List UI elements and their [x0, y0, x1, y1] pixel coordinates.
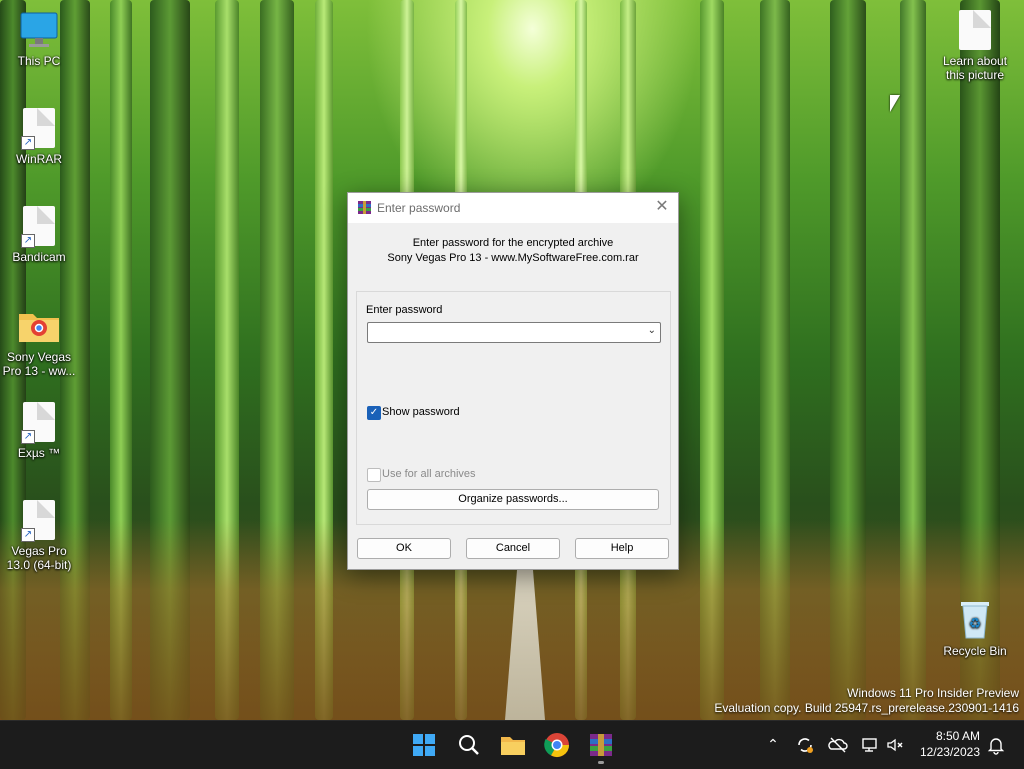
close-button[interactable]: ✕ — [652, 197, 672, 217]
start-icon[interactable] — [410, 731, 438, 759]
active-app-indicator — [598, 761, 604, 764]
organize-passwords-button[interactable]: Organize passwords... — [367, 489, 659, 510]
mouse-cursor-icon — [890, 95, 900, 112]
enter-password-dialog: Enter password ✕ Enter password for the … — [347, 192, 679, 570]
dialog-title: Enter password — [377, 201, 461, 215]
clock[interactable]: 8:50 AM 12/23/2023 — [920, 728, 980, 760]
chrome-icon[interactable] — [543, 731, 571, 759]
file-icon — [959, 10, 991, 50]
desktop-icon-winrar[interactable]: ↗ WinRAR — [1, 108, 77, 166]
clock-date: 12/23/2023 — [919, 745, 980, 759]
desktop-icon-sony-vegas-folder[interactable]: Sony Vegas Pro 13 - ww... — [1, 306, 77, 378]
desktop-icon-vegas-pro[interactable]: ↗ Vegas Pro 13.0 (64-bit) — [1, 500, 77, 572]
help-button[interactable]: Help — [575, 538, 669, 559]
desktop-icon-label: Recycle Bin — [943, 644, 1007, 658]
desktop-icon-bandicam[interactable]: ↗ Bandicam — [1, 206, 77, 264]
desktop-icon-label: WinRAR — [15, 152, 62, 166]
ok-button[interactable]: OK — [357, 538, 451, 559]
shortcut-arrow-icon: ↗ — [21, 136, 35, 150]
taskbar: ⌃ 8:50 AM 12/23/2023 — [0, 720, 1024, 769]
checkmark-icon: ✓ — [369, 407, 379, 418]
password-combobox[interactable]: ⌄ — [367, 322, 661, 343]
chevron-down-icon[interactable]: ⌄ — [648, 325, 656, 336]
shortcut-arrow-icon: ↗ — [21, 234, 35, 248]
show-hidden-icons-button[interactable]: ⌃ — [763, 735, 783, 755]
desktop-icon-label: Vegas Pro 13.0 (64-bit) — [6, 544, 72, 572]
use-for-all-archives-checkbox[interactable] — [367, 468, 381, 482]
desktop-icon-exus[interactable]: ↗ Exµs ™ — [1, 402, 77, 460]
volume-muted-icon[interactable] — [885, 735, 905, 755]
dialog-titlebar[interactable]: Enter password ✕ — [348, 193, 678, 223]
file-icon: ↗ — [21, 500, 55, 542]
folder-chrome-icon — [17, 306, 61, 346]
message-line-1: Enter password for the encrypted archive — [412, 237, 614, 249]
password-label: Enter password — [366, 304, 443, 316]
winrar-icon[interactable] — [587, 731, 615, 764]
desktop-icon-label: Sony Vegas Pro 13 - ww... — [2, 350, 76, 378]
desktop-icon-label: Learn about this picture — [942, 54, 1008, 82]
monitor-icon — [19, 10, 59, 50]
sync-icon[interactable] — [795, 735, 815, 755]
archive-name: Sony Vegas Pro 13 - www.MySoftwareFree.c… — [387, 252, 639, 264]
file-icon: ↗ — [21, 108, 55, 150]
desktop-icon-label: Exµs ™ — [17, 446, 61, 460]
show-password-checkbox[interactable]: ✓ — [367, 406, 381, 420]
file-icon: ↗ — [21, 402, 55, 444]
watermark-line-1: Windows 11 Pro Insider Preview — [847, 686, 1019, 700]
desktop-icon-recycle-bin[interactable]: ♻ Recycle Bin — [937, 598, 1013, 658]
file-explorer-icon[interactable] — [499, 731, 527, 759]
watermark-line-2: Evaluation copy. Build 25947.rs_prerelea… — [714, 701, 1019, 715]
evaluation-watermark: Windows 11 Pro Insider Preview Evaluatio… — [714, 686, 1019, 716]
password-group: Enter password ⌄ ✓ Show password Use for… — [356, 291, 671, 525]
use-for-all-archives-label: Use for all archives — [382, 468, 476, 480]
onedrive-offline-icon[interactable] — [828, 735, 848, 755]
shortcut-arrow-icon: ↗ — [21, 430, 35, 444]
svg-text:♻: ♻ — [969, 616, 982, 632]
desktop-icon-this-pc[interactable]: This PC — [1, 10, 77, 68]
recycle-bin-icon: ♻ — [957, 598, 993, 640]
file-icon: ↗ — [21, 206, 55, 248]
winrar-icon — [357, 200, 372, 215]
shortcut-arrow-icon: ↗ — [21, 528, 35, 542]
search-icon[interactable] — [455, 731, 483, 759]
network-icon[interactable] — [860, 735, 880, 755]
desktop-icon-label: Bandicam — [12, 250, 66, 264]
cancel-button[interactable]: Cancel — [466, 538, 560, 559]
notification-bell-icon[interactable] — [986, 735, 1006, 755]
desktop-icon-learn-about-picture[interactable]: Learn about this picture — [937, 10, 1013, 82]
desktop-icon-label: This PC — [17, 54, 61, 68]
clock-time: 8:50 AM — [935, 729, 980, 743]
show-password-label[interactable]: Show password — [382, 406, 460, 418]
